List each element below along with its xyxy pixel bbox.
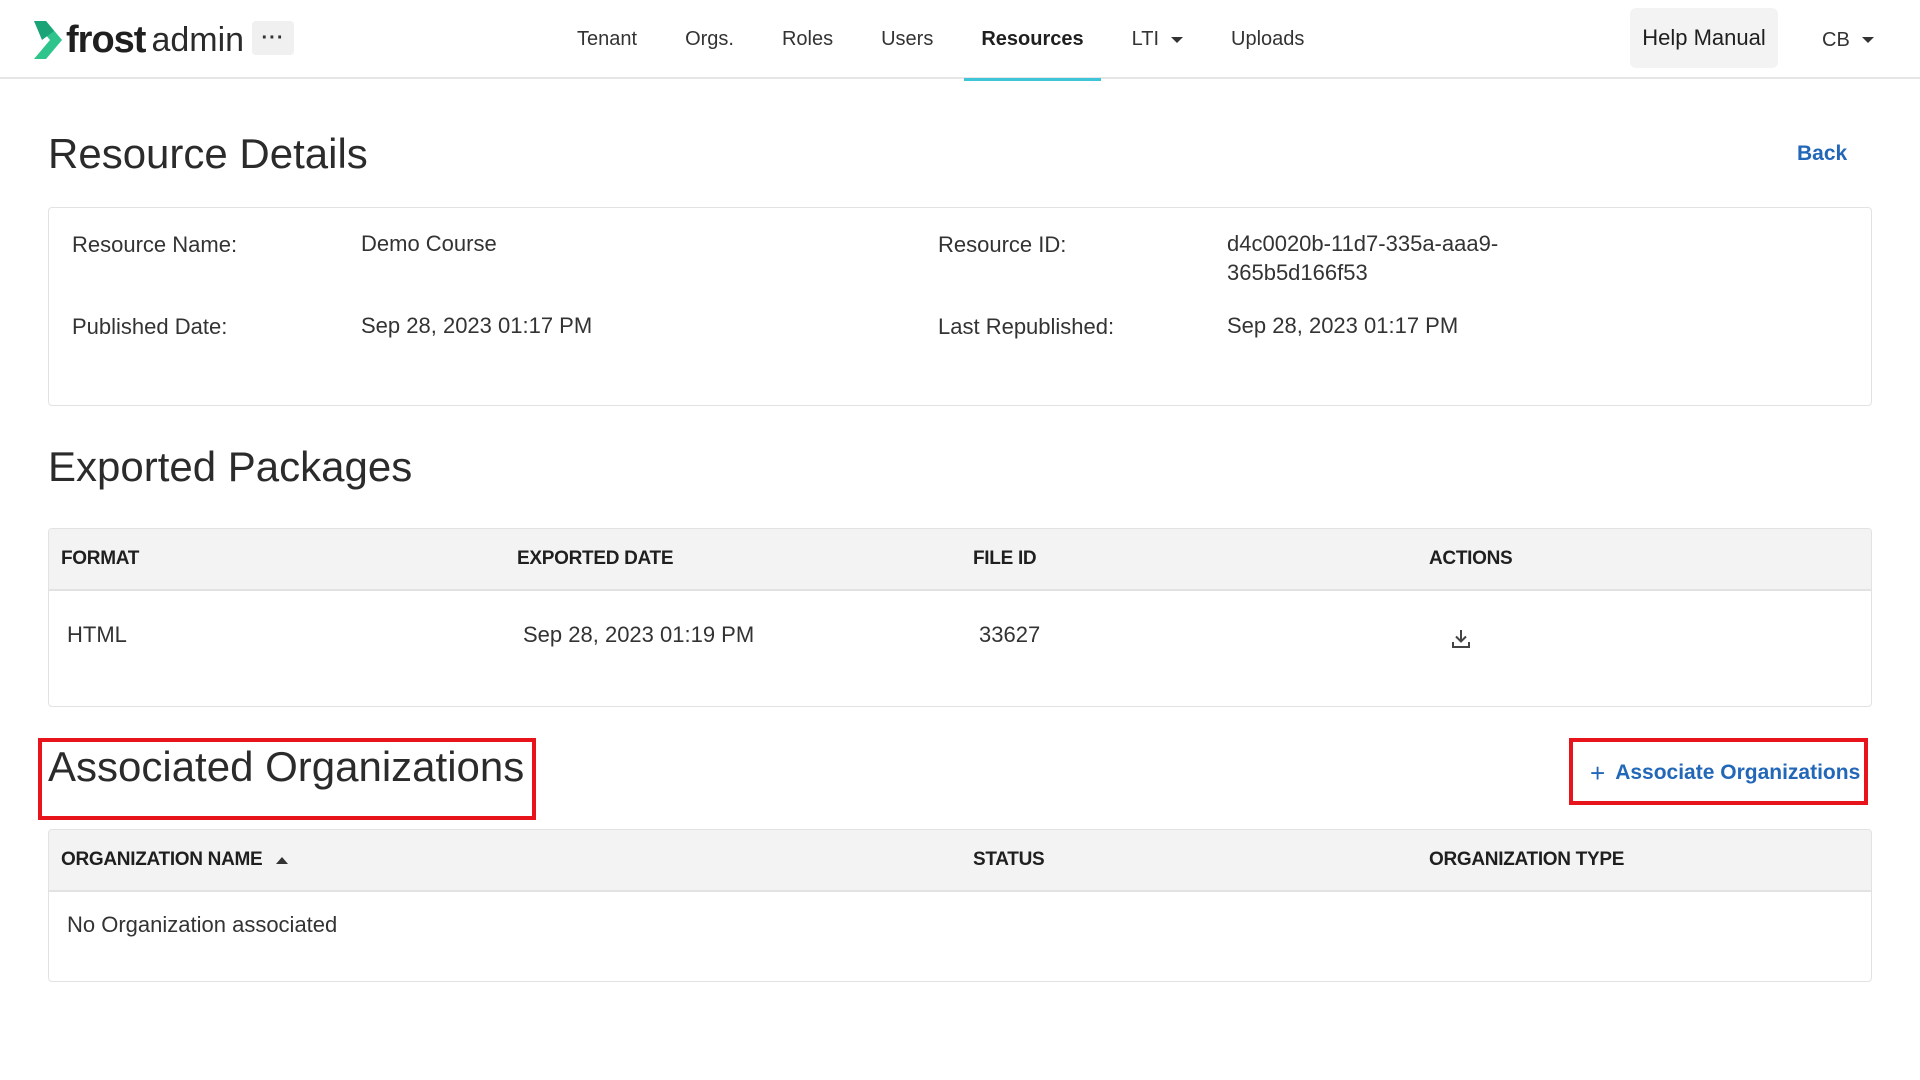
- resource-details-title: Resource Details: [48, 130, 368, 177]
- nav-users[interactable]: Users: [864, 0, 950, 79]
- main-nav: Tenant Orgs. Roles Users Resources LTI U…: [560, 0, 1321, 81]
- column-file-id: FILE ID: [973, 548, 1037, 569]
- nav-orgs[interactable]: Orgs.: [668, 0, 751, 79]
- exported-packages-table: FORMAT EXPORTED DATE FILE ID ACTIONS HTM…: [48, 528, 1872, 707]
- help-manual-button[interactable]: Help Manual: [1630, 8, 1778, 68]
- column-exported-date: EXPORTED DATE: [517, 548, 674, 569]
- empty-state-message: No Organization associated: [67, 912, 338, 937]
- package-file-id: 33627: [979, 622, 1041, 647]
- last-republished-value: Sep 28, 2023 01:17 PM: [1227, 313, 1459, 338]
- top-navigation-bar: frost admin ··· Tenant Orgs. Roles Users…: [0, 0, 1920, 81]
- resource-name-value: Demo Course: [361, 231, 497, 256]
- ellipsis-icon: ···: [261, 26, 285, 49]
- associated-organizations-title: Associated Organizations: [48, 743, 525, 790]
- resource-id-value: d4c0020b-11d7-335a-aaa9- 365b5d166f53: [1227, 231, 1499, 285]
- chevron-down-icon: [1171, 36, 1184, 43]
- column-status: STATUS: [973, 849, 1045, 870]
- nav-uploads[interactable]: Uploads: [1214, 0, 1321, 79]
- nav-resources[interactable]: Resources: [964, 0, 1101, 81]
- associated-organizations-table: ORGANIZATION NAME STATUS ORGANIZATION TY…: [48, 829, 1872, 982]
- logo-text-admin: admin: [151, 20, 245, 59]
- nav-lti-dropdown[interactable]: LTI: [1115, 0, 1200, 79]
- more-options-button[interactable]: ···: [252, 21, 294, 55]
- logo-chevron-icon: [34, 21, 62, 59]
- table-header: ORGANIZATION NAME STATUS ORGANIZATION TY…: [49, 830, 1871, 892]
- resource-id-label: Resource ID:: [938, 232, 1067, 257]
- logo-text-frost: frost: [66, 18, 146, 61]
- column-organization-name-sortable[interactable]: ORGANIZATION NAME: [61, 830, 289, 890]
- frost-admin-logo[interactable]: frost admin: [34, 18, 245, 61]
- associate-organizations-button[interactable]: + Associate Organizations: [1590, 760, 1860, 786]
- nav-roles[interactable]: Roles: [765, 0, 850, 79]
- resource-name-label: Resource Name:: [72, 232, 238, 257]
- published-date-value: Sep 28, 2023 01:17 PM: [361, 313, 593, 338]
- back-link[interactable]: Back: [1797, 142, 1847, 166]
- table-header: FORMAT EXPORTED DATE FILE ID ACTIONS: [49, 529, 1871, 591]
- exported-packages-title: Exported Packages: [48, 443, 413, 490]
- nav-tenant[interactable]: Tenant: [560, 0, 654, 79]
- download-icon[interactable]: [1450, 628, 1472, 650]
- sort-ascending-icon: [276, 856, 289, 864]
- package-exported-date: Sep 28, 2023 01:19 PM: [523, 622, 755, 647]
- last-republished-label: Last Republished:: [938, 314, 1115, 339]
- package-format: HTML: [67, 622, 127, 647]
- user-menu-dropdown[interactable]: CB: [1822, 22, 1874, 58]
- plus-icon: +: [1590, 758, 1606, 788]
- column-actions: ACTIONS: [1429, 548, 1513, 569]
- resource-details-card: Resource Name: Demo Course Resource ID: …: [48, 207, 1872, 406]
- user-initials: CB: [1822, 28, 1850, 51]
- published-date-label: Published Date:: [72, 314, 228, 339]
- column-format: FORMAT: [61, 548, 140, 569]
- column-organization-type: ORGANIZATION TYPE: [1429, 849, 1625, 870]
- chevron-down-icon: [1861, 37, 1874, 43]
